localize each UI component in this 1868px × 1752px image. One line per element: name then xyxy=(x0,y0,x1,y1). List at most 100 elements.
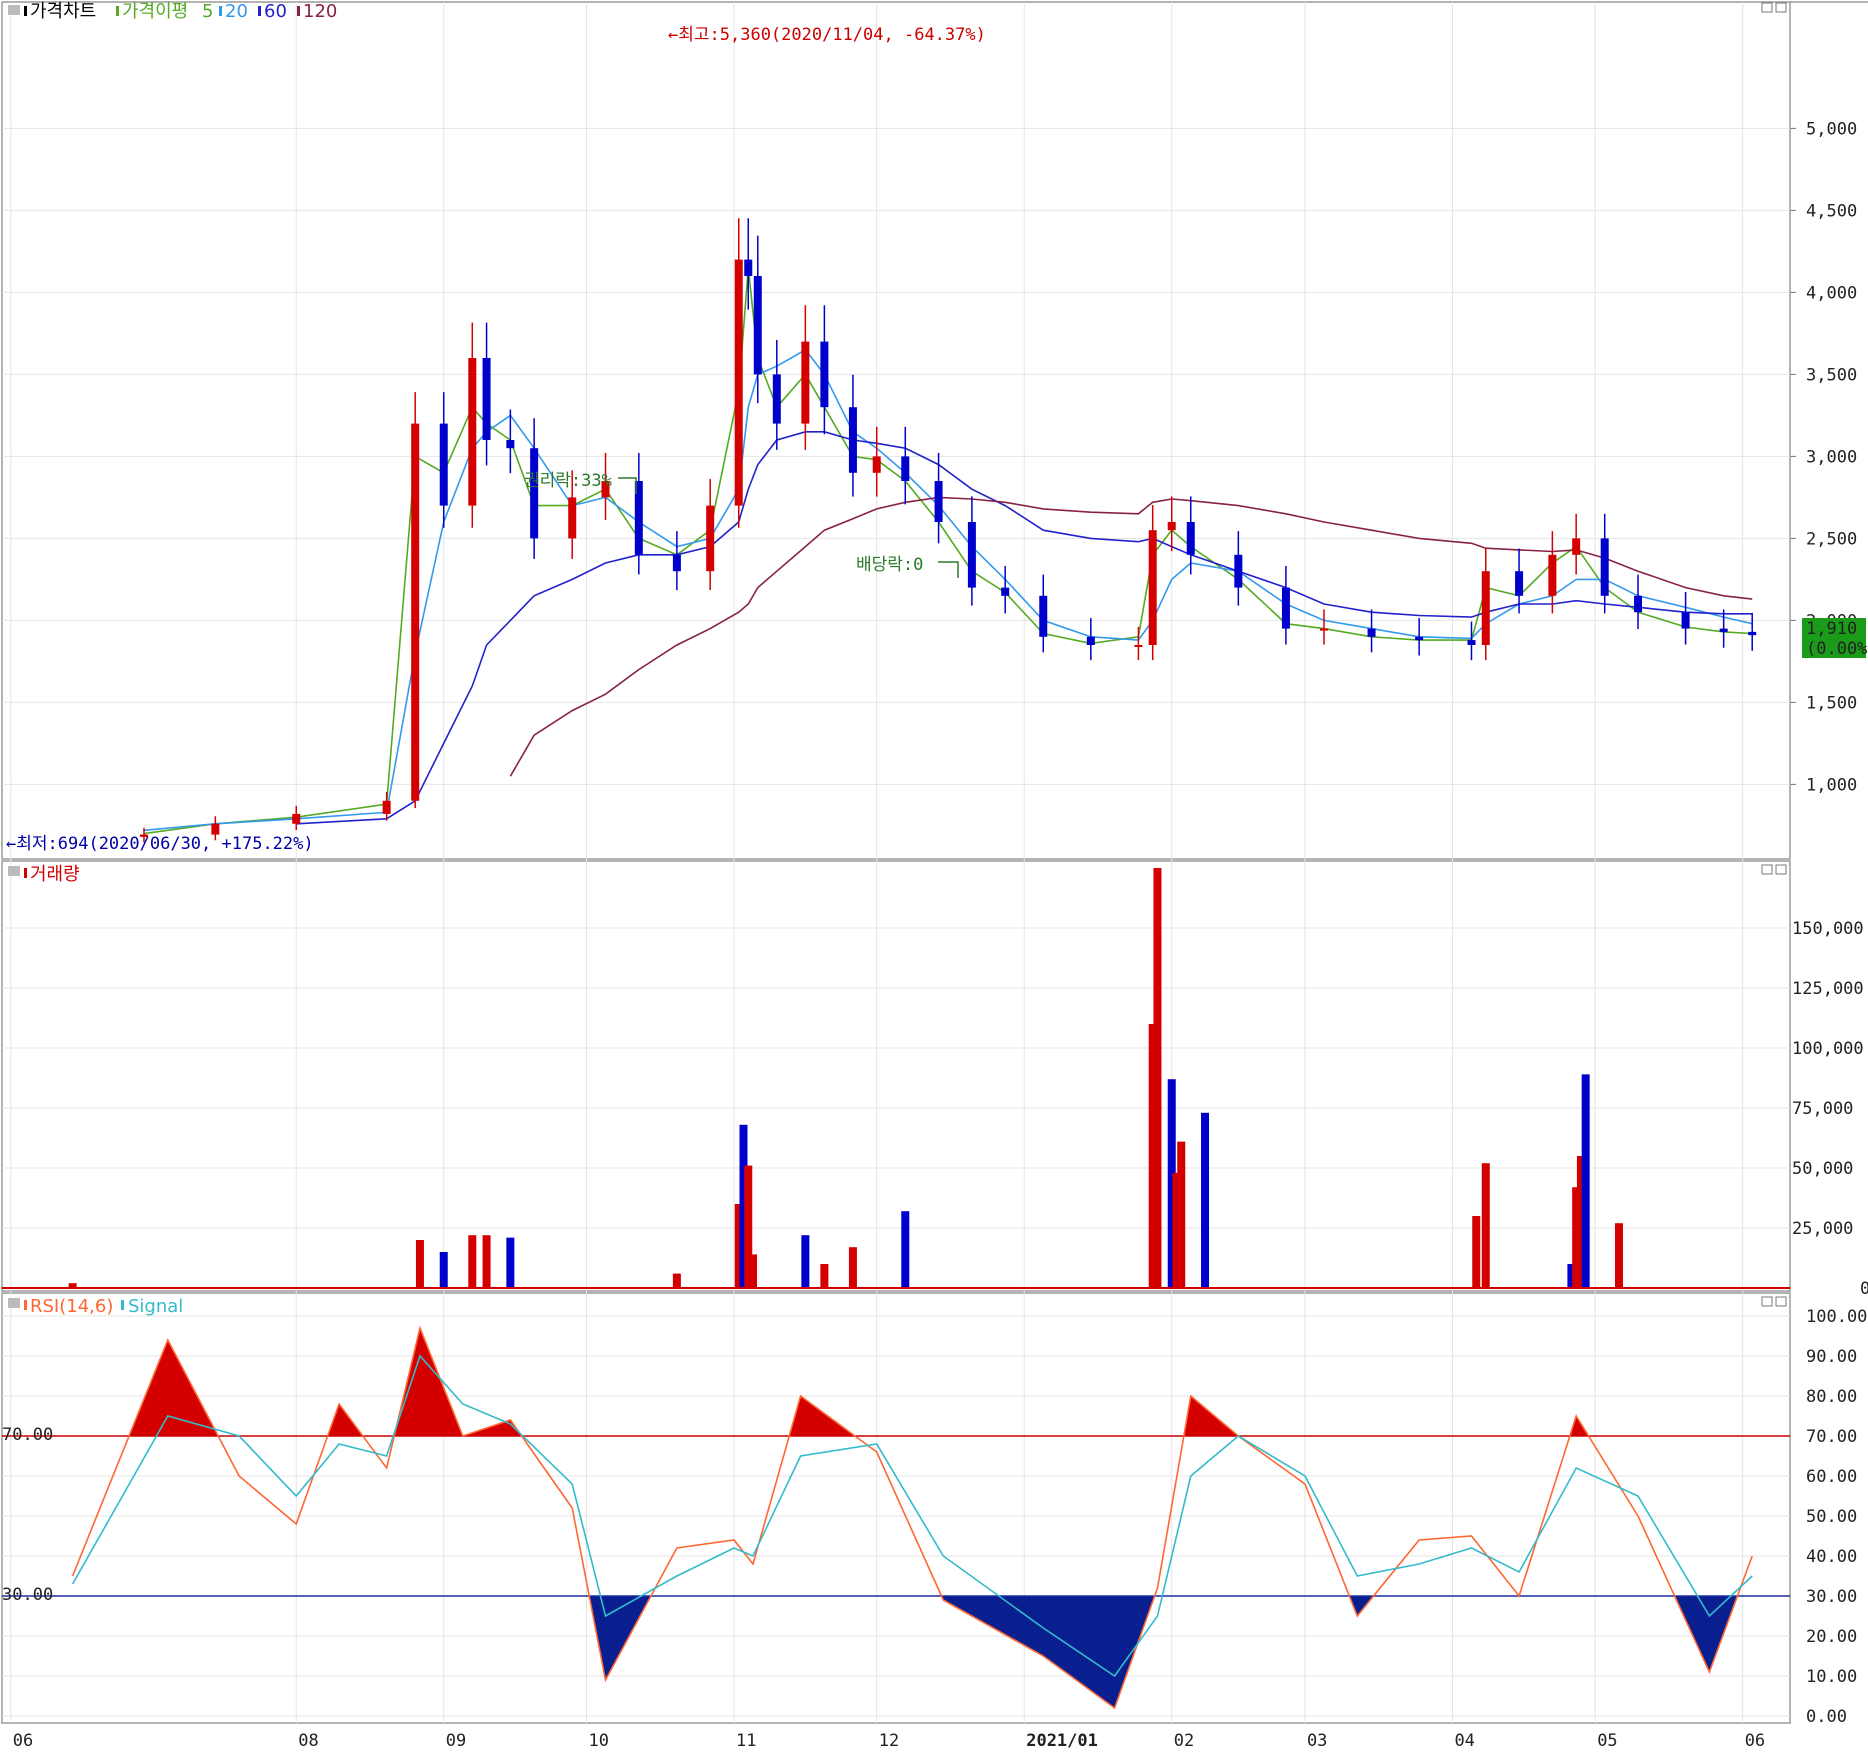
x-tick-label: 09 xyxy=(446,1731,466,1751)
candle xyxy=(1515,571,1524,596)
candle xyxy=(1134,645,1143,647)
price-y-tick-label: 4,500 xyxy=(1806,201,1857,221)
candle xyxy=(744,259,753,276)
candle xyxy=(1600,538,1609,596)
candle xyxy=(1148,530,1157,645)
price-panel-close-button[interactable] xyxy=(1775,2,1787,13)
volume-legend-title: 거래량 xyxy=(30,864,80,885)
candle xyxy=(506,440,515,449)
volume-y-tick-label: 0 xyxy=(1860,1279,1868,1299)
rsi-panel-close-button[interactable] xyxy=(1775,1296,1787,1307)
ma5-legend: 5 xyxy=(202,1,213,22)
volume-bar xyxy=(439,1252,448,1288)
candle xyxy=(734,259,743,506)
candle xyxy=(753,276,762,375)
candle xyxy=(1467,640,1476,645)
volume-bar xyxy=(801,1235,810,1288)
event-dividend-label: 배당락:0 xyxy=(856,555,923,575)
candle xyxy=(672,554,681,572)
volume-bar xyxy=(820,1264,829,1288)
x-tick-label: 04 xyxy=(1454,1731,1474,1751)
x-tick-label: 08 xyxy=(298,1731,318,1751)
price-y-tick-label: 4,000 xyxy=(1806,283,1857,303)
rsi-y-tick-label: 60.00 xyxy=(1806,1467,1857,1487)
rsi-y-tick-label: 30.00 xyxy=(1806,1587,1857,1607)
volume-bar xyxy=(1581,1074,1590,1288)
candle xyxy=(1681,612,1690,629)
volume-bar xyxy=(1201,1112,1210,1288)
candle xyxy=(1167,522,1176,531)
volume-bar xyxy=(468,1235,477,1288)
price-y-tick-label: 3,500 xyxy=(1806,365,1857,385)
price-panel-maximize-button[interactable] xyxy=(1761,2,1773,13)
volume-bar xyxy=(1614,1223,1623,1288)
x-tick-label: 12 xyxy=(879,1731,899,1751)
x-tick-label: 06 xyxy=(13,1731,33,1751)
rsi-y-tick-label: 90.00 xyxy=(1806,1347,1857,1367)
candle xyxy=(439,423,448,506)
candle xyxy=(1481,571,1490,645)
candle xyxy=(1001,587,1010,596)
candle xyxy=(820,341,829,408)
volume-bar xyxy=(1472,1216,1481,1288)
rsi-level-low-label: 30.00 xyxy=(2,1585,53,1605)
last-price-change: (0.00%) xyxy=(1806,639,1868,659)
volume-y-tick-label: 25,000 xyxy=(1792,1219,1853,1239)
candle xyxy=(568,497,577,539)
candle xyxy=(382,800,391,814)
price-y-tick-label: 2,500 xyxy=(1806,529,1857,549)
stock-chart: 06 08 09 10 11 12 2021/01 02 03 04 05 065,0004,5004… xyxy=(0,0,1868,1752)
x-tick-label: 05 xyxy=(1597,1731,1617,1751)
candle xyxy=(1186,522,1195,555)
candle xyxy=(1634,595,1643,613)
candle xyxy=(530,448,539,539)
x-tick-label: 2021/01 xyxy=(1026,1731,1098,1751)
x-tick-label: 03 xyxy=(1307,1731,1327,1751)
candle xyxy=(901,456,910,481)
volume-y-tick-label: 75,000 xyxy=(1792,1099,1853,1119)
low-annotation: ←최저:694(2020/06/30, +175.22%) xyxy=(6,834,314,854)
volume-bar xyxy=(901,1211,910,1288)
rsi-y-tick-label: 50.00 xyxy=(1806,1507,1857,1527)
volume-bar xyxy=(672,1273,681,1288)
candle xyxy=(872,456,881,473)
rsi-level-high-label: 70.00 xyxy=(2,1425,53,1445)
candle xyxy=(1319,628,1328,631)
candle xyxy=(1039,595,1048,637)
price-y-tick-label: 1,500 xyxy=(1806,693,1857,713)
ma60-legend: 60 xyxy=(264,1,287,22)
candle xyxy=(1548,554,1557,596)
candle xyxy=(1415,636,1424,641)
candle xyxy=(1234,554,1243,588)
x-tick-label: 06 xyxy=(1745,1731,1765,1751)
volume-panel-close-button[interactable] xyxy=(1775,864,1787,875)
volume-y-tick-label: 100,000 xyxy=(1792,1039,1864,1059)
rsi-legend: RSI(14,6) Signal xyxy=(8,1296,183,1317)
rsi-legend-title: RSI(14,6) xyxy=(30,1296,113,1317)
volume-y-tick-label: 50,000 xyxy=(1792,1159,1853,1179)
candle xyxy=(292,813,301,824)
volume-bar xyxy=(506,1237,515,1288)
rsi-y-tick-label: 10.00 xyxy=(1806,1667,1857,1687)
volume-panel-maximize-button[interactable] xyxy=(1761,864,1773,875)
candle xyxy=(772,374,781,424)
volume-bar xyxy=(1177,1141,1186,1288)
rsi-y-tick-label: 20.00 xyxy=(1806,1627,1857,1647)
volume-bar xyxy=(1153,868,1162,1288)
candle xyxy=(1281,587,1290,629)
candle xyxy=(967,522,976,588)
rsi-y-tick-label: 100.00 xyxy=(1806,1307,1867,1327)
rsi-y-tick-label: 70.00 xyxy=(1806,1427,1857,1447)
price-y-tick-label: 3,000 xyxy=(1806,447,1857,467)
candle xyxy=(482,358,491,440)
candle xyxy=(1748,631,1757,636)
candle xyxy=(1719,628,1728,632)
last-price-value: 1,910 xyxy=(1806,619,1857,639)
rsi-panel-maximize-button[interactable] xyxy=(1761,1296,1773,1307)
volume-y-tick-label: 150,000 xyxy=(1792,919,1864,939)
rsi-y-tick-label: 0.00 xyxy=(1806,1707,1847,1727)
ma20-legend: 20 xyxy=(225,1,248,22)
rsi-y-tick-label: 80.00 xyxy=(1806,1387,1857,1407)
volume-bar xyxy=(749,1254,758,1288)
rsi-y-tick-label: 40.00 xyxy=(1806,1547,1857,1567)
